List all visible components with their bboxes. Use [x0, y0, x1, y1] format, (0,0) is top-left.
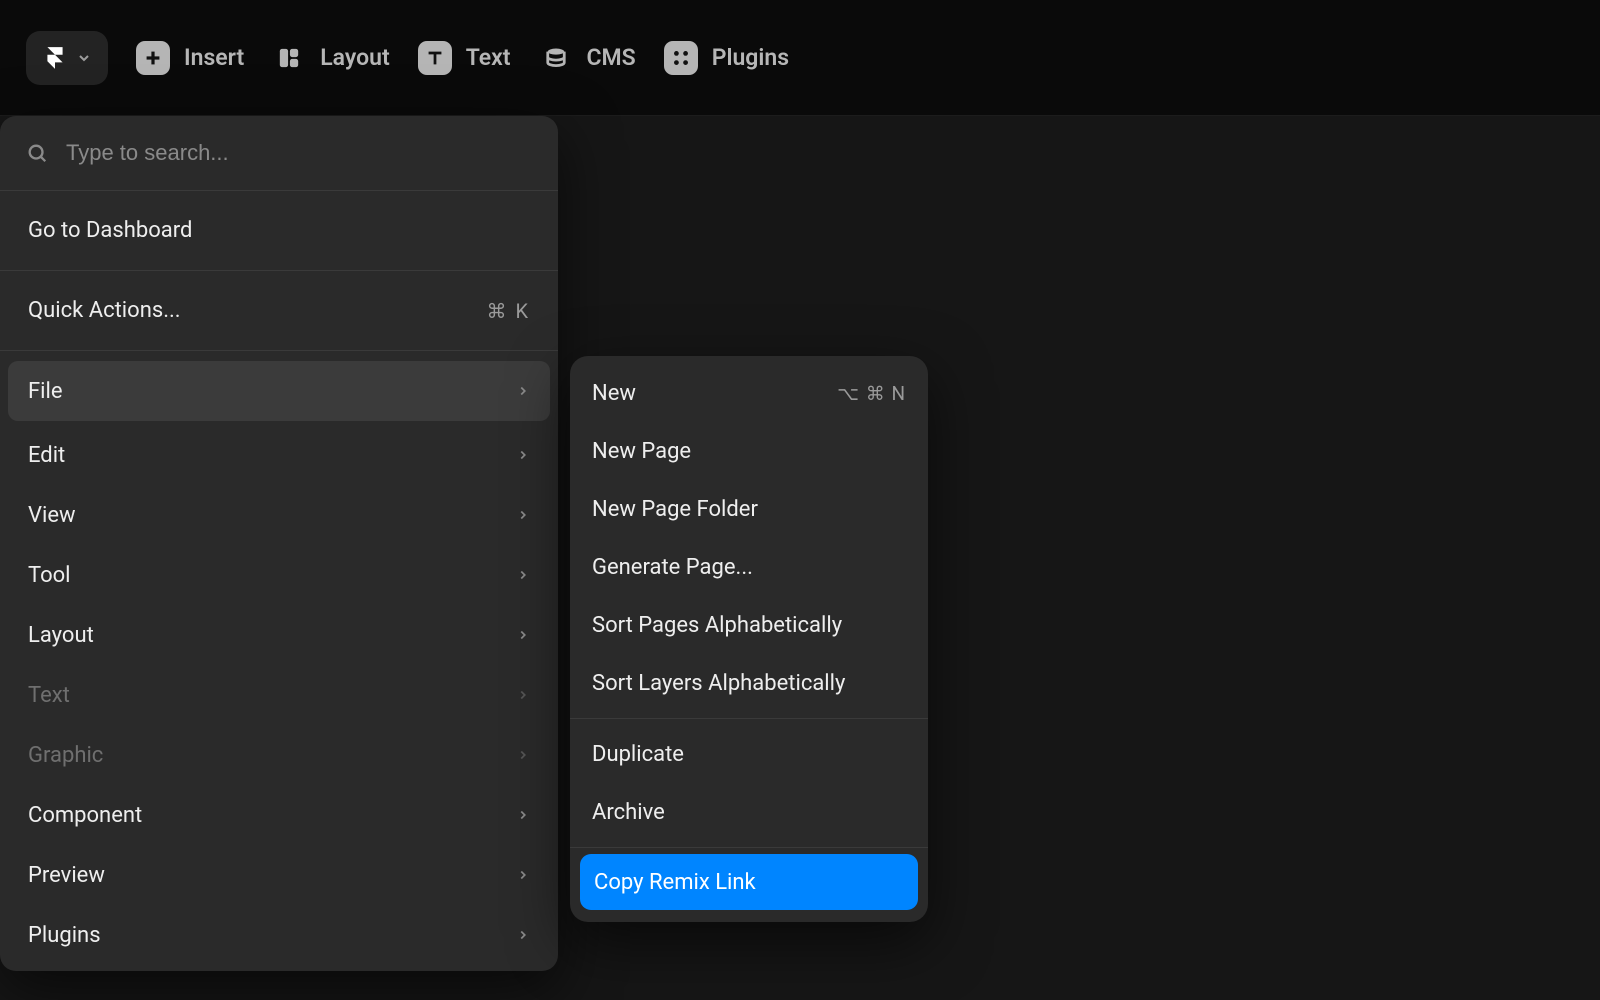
menu-item-label: Preview — [28, 863, 105, 888]
chevron-right-icon — [516, 868, 530, 882]
toolbar-text[interactable]: Text — [418, 41, 511, 75]
plugins-icon — [664, 41, 698, 75]
chevron-right-icon — [516, 808, 530, 822]
database-icon — [539, 41, 573, 75]
submenu-divider — [570, 847, 928, 848]
plus-icon — [136, 41, 170, 75]
chevron-right-icon — [516, 628, 530, 642]
menu-item-label: Text — [28, 683, 70, 708]
menu-item-component[interactable]: Component — [0, 785, 558, 845]
menu-item-label: Quick Actions... — [28, 298, 181, 323]
toolbar-label: Layout — [320, 44, 389, 71]
app-menu-button[interactable] — [26, 31, 108, 85]
shortcut-label: ⌥ ⌘ N — [837, 382, 906, 405]
toolbar-cms[interactable]: CMS — [539, 41, 636, 75]
toolbar-layout[interactable]: Layout — [272, 41, 389, 75]
submenu-copy-remix-link[interactable]: Copy Remix Link — [580, 854, 918, 910]
menu-item-plugins[interactable]: Plugins — [0, 905, 558, 965]
chevron-right-icon — [516, 688, 530, 702]
toolbar-label: CMS — [587, 44, 636, 71]
submenu-new-page-folder[interactable]: New Page Folder — [570, 480, 928, 538]
menu-item-view[interactable]: View — [0, 485, 558, 545]
submenu-new[interactable]: New ⌥ ⌘ N — [570, 364, 928, 422]
menu-section: File Edit View Tool Layout Text — [0, 351, 558, 971]
chevron-right-icon — [516, 384, 530, 398]
menu-item-label: Edit — [28, 443, 65, 468]
submenu-item-label: New — [592, 381, 636, 406]
menu-item-label: View — [28, 503, 76, 528]
chevron-right-icon — [516, 748, 530, 762]
submenu-sort-pages[interactable]: Sort Pages Alphabetically — [570, 596, 928, 654]
menu-search-row — [0, 116, 558, 191]
menu-quick-actions[interactable]: Quick Actions... ⌘ K — [0, 271, 558, 351]
menu-search-input[interactable] — [66, 140, 532, 166]
menu-item-label: Component — [28, 803, 142, 828]
chevron-right-icon — [516, 508, 530, 522]
submenu-archive[interactable]: Archive — [570, 783, 928, 841]
toolbar-label: Text — [466, 44, 511, 71]
submenu-generate-page[interactable]: Generate Page... — [570, 538, 928, 596]
submenu-divider — [570, 718, 928, 719]
chevron-right-icon — [516, 568, 530, 582]
chevron-right-icon — [516, 448, 530, 462]
menu-item-layout[interactable]: Layout — [0, 605, 558, 665]
submenu-new-page[interactable]: New Page — [570, 422, 928, 480]
shortcut-label: ⌘ K — [486, 299, 530, 323]
menu-item-file[interactable]: File — [8, 361, 550, 421]
menu-item-tool[interactable]: Tool — [0, 545, 558, 605]
menu-dashboard[interactable]: Go to Dashboard — [0, 191, 558, 271]
submenu-item-label: Sort Layers Alphabetically — [592, 671, 845, 696]
menu-item-text: Text — [0, 665, 558, 725]
toolbar-plugins[interactable]: Plugins — [664, 41, 789, 75]
menu-item-label: Tool — [28, 563, 71, 588]
menu-item-label: File — [28, 379, 63, 404]
canvas-area: Go to Dashboard Quick Actions... ⌘ K Fil… — [0, 116, 1600, 1000]
text-icon — [418, 41, 452, 75]
menu-item-preview[interactable]: Preview — [0, 845, 558, 905]
toolbar-label: Insert — [184, 44, 244, 71]
file-submenu: New ⌥ ⌘ N New Page New Page Folder Gener… — [570, 356, 928, 922]
chevron-down-icon — [76, 50, 92, 66]
top-toolbar: Insert Layout Text CMS Plugins — [0, 0, 1600, 116]
toolbar-label: Plugins — [712, 44, 789, 71]
submenu-item-label: Copy Remix Link — [594, 870, 756, 895]
submenu-item-label: Sort Pages Alphabetically — [592, 613, 842, 638]
menu-item-label: Layout — [28, 623, 94, 648]
chevron-right-icon — [516, 928, 530, 942]
menu-item-graphic: Graphic — [0, 725, 558, 785]
submenu-duplicate[interactable]: Duplicate — [570, 725, 928, 783]
framer-logo-icon — [42, 45, 68, 71]
menu-item-label: Plugins — [28, 923, 101, 948]
menu-item-label: Graphic — [28, 743, 103, 768]
submenu-sort-layers[interactable]: Sort Layers Alphabetically — [570, 654, 928, 712]
submenu-item-label: New Page Folder — [592, 497, 758, 522]
submenu-item-label: New Page — [592, 439, 691, 464]
search-icon — [26, 142, 48, 164]
submenu-item-label: Generate Page... — [592, 555, 753, 580]
menu-item-edit[interactable]: Edit — [0, 425, 558, 485]
main-menu: Go to Dashboard Quick Actions... ⌘ K Fil… — [0, 116, 558, 971]
toolbar-insert[interactable]: Insert — [136, 41, 244, 75]
layout-icon — [272, 41, 306, 75]
submenu-item-label: Archive — [592, 800, 665, 825]
menu-item-label: Go to Dashboard — [28, 218, 192, 243]
submenu-item-label: Duplicate — [592, 742, 684, 767]
